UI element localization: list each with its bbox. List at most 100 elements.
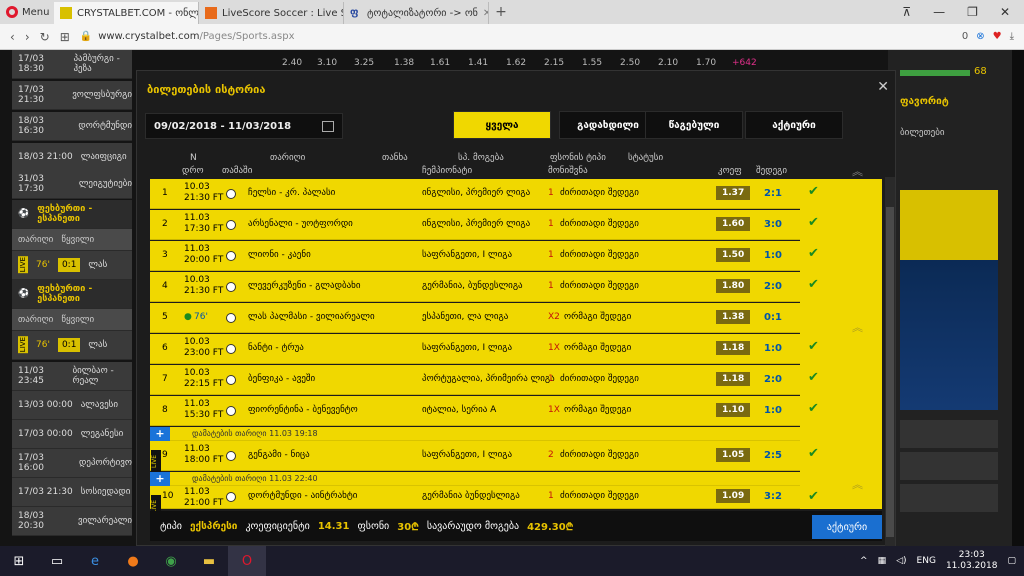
modal-scrollbar[interactable] <box>885 177 895 546</box>
calendar-icon[interactable] <box>322 121 334 132</box>
section-header[interactable]: ⚽ ფეხბურთი - ესპანეთი <box>12 280 132 309</box>
collapse-chevron-icon[interactable]: ︽ <box>852 163 863 179</box>
odds-cell[interactable]: 1.61 <box>430 58 450 68</box>
match-row[interactable]: 18/03 21:00 ლაიფციგი <box>12 143 132 172</box>
odds-cell[interactable]: 1.38 <box>394 58 414 68</box>
tab-totalizator[interactable]: ფ ტოტალიზატორი -> ონ ✕ <box>344 2 489 24</box>
volume-icon[interactable]: ◁) <box>896 556 906 566</box>
added-date: დამატების თარიღი 11.03 19:18 <box>192 429 318 438</box>
task-view-icon[interactable]: ▭ <box>38 546 76 576</box>
live-match-row[interactable]: LIVE 76' 0:1 ლას <box>12 251 132 280</box>
close-icon[interactable]: ✕ <box>877 79 889 95</box>
expand-plus-icon[interactable]: + <box>150 472 170 486</box>
filter-paid-button[interactable]: გადახდილი <box>559 111 657 139</box>
clock[interactable]: 23:03 11.03.2018 <box>946 550 998 572</box>
odds-cell[interactable]: 2.40 <box>282 58 302 68</box>
table-row[interactable]: 2 11.03 17:30 FT არსენალი - უოტფორდი ინგლ… <box>150 210 800 240</box>
odds-cell[interactable]: 2.50 <box>620 58 640 68</box>
col-pair: წყვილი <box>61 234 95 245</box>
row-score: 1:0 <box>764 405 782 416</box>
speed-dial-icon[interactable]: ⊞ <box>60 30 70 44</box>
match-row[interactable]: 17/03 00:00 ლეგანესი <box>12 420 132 449</box>
collapse-chevron-icon[interactable]: ︽ <box>852 319 863 335</box>
odds-cell[interactable]: 3.10 <box>317 58 337 68</box>
match-row[interactable]: 17/03 18:30 პამბურგი - ჰეზა <box>12 50 132 79</box>
odds-cell[interactable]: 1.41 <box>468 58 488 68</box>
table-row[interactable]: 5 ● 76' ლას პალმასი - ვილიარეალი ესპანეთ… <box>150 303 800 333</box>
maximize-icon[interactable]: ❐ <box>967 5 978 19</box>
match-name: ალავესი <box>80 400 118 410</box>
network-icon[interactable]: ▦ <box>878 556 887 566</box>
odds-cell[interactable]: 2.10 <box>658 58 678 68</box>
panel-row[interactable] <box>900 484 998 512</box>
match-row[interactable]: 18/03 20:30 ვილარეალი <box>12 507 132 536</box>
match-row[interactable]: 11/03 23:45 ბილბაო - რეალ <box>12 362 132 391</box>
match-row[interactable]: 17/03 21:30 ვოლფსბურგი <box>12 81 132 110</box>
match-row[interactable]: 31/03 17:30 ლეიგუტიები <box>12 170 132 199</box>
page-scrollbar[interactable] <box>1012 50 1024 546</box>
match-row[interactable]: 17/03 21:30 სოსიედადი <box>12 478 132 507</box>
match-row[interactable]: 17/03 16:00 დეპორტივო <box>12 449 132 478</box>
windows-start-icon[interactable]: ⊞ <box>0 546 38 576</box>
table-row[interactable]: 4 10.03 21:30 FT ლევერკუზენი - გლადბახი გ… <box>150 272 800 302</box>
panel-row[interactable] <box>900 452 998 480</box>
firefox-icon[interactable]: ● <box>114 546 152 576</box>
scroll-thumb[interactable] <box>886 207 894 537</box>
filter-all-button[interactable]: ყველა <box>453 111 551 139</box>
panel-row[interactable] <box>900 420 998 448</box>
date-range-field[interactable]: 09/02/2018 - 11/03/2018 <box>145 113 343 139</box>
table-row[interactable]: 8 11.03 15:30 FT ფიორენტინა - ბენევენტო ი… <box>150 396 800 426</box>
url-field[interactable]: 🔒 www.crystalbet.com/Pages/Sports.aspx <box>80 27 952 47</box>
opera-menu-button[interactable]: Menu <box>0 0 54 24</box>
tray-chevron-icon[interactable]: ^ <box>860 556 868 566</box>
row-pick: 1X <box>548 405 560 415</box>
column-header: თარიღი წყვილი <box>12 309 132 331</box>
forward-icon[interactable]: › <box>25 30 30 44</box>
collapse-chevron-icon[interactable]: ︽ <box>852 476 863 492</box>
expand-plus-icon[interactable]: + <box>150 427 170 441</box>
odds-cell[interactable]: 1.70 <box>696 58 716 68</box>
table-row[interactable]: 7 10.03 22:15 FT ბენფიკა - ავეში პორტუგალ… <box>150 365 800 395</box>
live-match-row[interactable]: LIVE 76' 0:1 ლას <box>12 331 132 360</box>
minimize-icon[interactable]: — <box>933 5 945 19</box>
new-tab-button[interactable]: + <box>489 4 513 20</box>
reload-icon[interactable]: ↻ <box>40 30 50 44</box>
table-row[interactable]: 1 10.03 21:30 FT ჩელსი - კრ. პალასი ინგლი… <box>150 179 800 209</box>
filter-lost-button[interactable]: წაგებული <box>645 111 743 139</box>
odds-cell[interactable]: 1.55 <box>582 58 602 68</box>
table-row[interactable]: 3 11.03 20:00 FT ლიონი - კაენი საფრანგეთი… <box>150 241 800 271</box>
promo-banner[interactable] <box>900 260 998 410</box>
match-name: პამბურგი - ჰეზა <box>73 54 120 74</box>
favorites-title[interactable]: ფავორიტ <box>900 96 949 107</box>
tab-crystalbet[interactable]: CRYSTALBET.COM - ონლა ✕ <box>54 2 199 24</box>
explorer-icon[interactable]: ▬ <box>190 546 228 576</box>
heart-icon[interactable]: ♥ <box>993 31 1002 42</box>
odds-cell[interactable]: 1.62 <box>506 58 526 68</box>
table-row[interactable]: LIVE 9 11.03 18:00 FT გენგამი - ნიცა საფრ… <box>150 441 800 472</box>
adblock-icon[interactable]: ⊗ <box>976 31 984 42</box>
more-odds-badge[interactable]: +642 <box>732 58 757 68</box>
chrome-icon[interactable]: ◉ <box>152 546 190 576</box>
close-window-icon[interactable]: ✕ <box>1000 5 1010 19</box>
filter-active-button[interactable]: აქტიური <box>745 111 843 139</box>
table-row[interactable]: 6 10.03 23:00 FT ნანტი - ტრუა საფრანგეთი,… <box>150 334 800 364</box>
promo-box[interactable] <box>900 190 998 270</box>
notifications-icon[interactable]: ▢ <box>1007 556 1016 566</box>
odds-cell[interactable]: 2.15 <box>544 58 564 68</box>
odds-cell[interactable]: 3.25 <box>354 58 374 68</box>
row-datetime: 11.03 20:00 FT <box>184 244 223 266</box>
back-icon[interactable]: ‹ <box>10 30 15 44</box>
match-row[interactable]: 13/03 00:00 ალავესი <box>12 391 132 420</box>
download-icon[interactable]: ⤓ <box>1010 31 1014 42</box>
active-status-button[interactable]: აქტიური <box>812 515 882 539</box>
live-score: 0:1 <box>57 338 81 352</box>
table-row[interactable]: LIVE 10 11.03 21:00 FT დორტმუნდი - აინტრა… <box>150 486 800 517</box>
tickets-link[interactable]: ბილეთები <box>900 128 945 138</box>
opera-icon[interactable]: O <box>228 546 266 576</box>
edge-icon[interactable]: e <box>76 546 114 576</box>
match-row[interactable]: 18/03 16:30 დორტმუნდი <box>12 112 132 141</box>
tab-livescore[interactable]: LiveScore Soccer : Live Sco ✕ <box>199 2 344 24</box>
pin-icon[interactable]: ⊼ <box>902 5 911 19</box>
section-header[interactable]: ⚽ ფეხბურთი - ესპანეთი <box>12 200 132 229</box>
language-indicator[interactable]: ENG <box>917 556 936 566</box>
